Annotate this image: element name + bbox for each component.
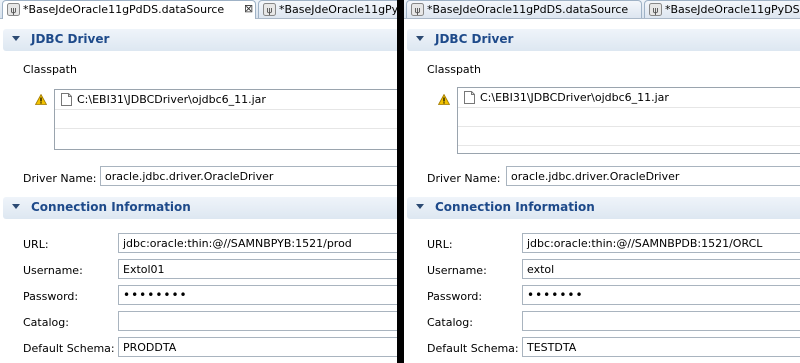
- password-label: Password:: [23, 290, 79, 303]
- datasource-icon: ψ: [649, 3, 662, 16]
- password-field[interactable]: •••••••: [522, 285, 800, 305]
- username-field[interactable]: Extol01: [118, 259, 397, 279]
- tab-label: *BaseJdeOracle11gPdDS.dataSource: [23, 3, 225, 16]
- driver-name-label: Driver Name:: [23, 172, 97, 185]
- username-field[interactable]: extol: [522, 259, 800, 279]
- section-title: JDBC Driver: [31, 32, 110, 46]
- driver-name-field[interactable]: oracle.jdbc.driver.OracleDriver: [506, 166, 800, 186]
- classpath-entry: C:\EBI31\JDBCDriver\ojdbc6_11.jar: [77, 93, 266, 106]
- catalog-field[interactable]: [118, 311, 397, 331]
- default-schema-field[interactable]: PRODDTA: [118, 337, 397, 357]
- driver-name-field[interactable]: oracle.jdbc.driver.OracleDriver: [100, 166, 397, 186]
- list-item[interactable]: [55, 128, 397, 147]
- jdbc-driver-section-header[interactable]: JDBC Driver: [3, 29, 397, 51]
- svg-text:ψ: ψ: [653, 6, 659, 16]
- close-icon[interactable]: ⊠: [244, 2, 253, 15]
- datasource-icon: ψ: [7, 3, 20, 16]
- chevron-down-icon[interactable]: [12, 36, 20, 41]
- classpath-label: Classpath: [23, 63, 77, 76]
- section-title: Connection Information: [435, 200, 595, 214]
- svg-text:ψ: ψ: [11, 6, 17, 16]
- url-field[interactable]: jdbc:oracle:thin:@//SAMNBPDB:1521/ORCL: [522, 233, 800, 253]
- url-label: URL:: [427, 238, 453, 251]
- list-item[interactable]: [458, 107, 800, 127]
- svg-text:ψ: ψ: [267, 6, 273, 16]
- classpath-entry: C:\EBI31\JDBCDriver\ojdbc6_11.jar: [480, 91, 669, 104]
- list-item[interactable]: [55, 109, 397, 129]
- connection-info-section-header[interactable]: Connection Information: [3, 197, 397, 219]
- classpath-list[interactable]: C:\EBI31\JDBCDriver\ojdbc6_11.jar: [457, 87, 800, 154]
- warning-icon: [35, 94, 47, 105]
- catalog-label: Catalog:: [427, 316, 473, 329]
- connection-info-section-header[interactable]: Connection Information: [407, 197, 800, 219]
- classpath-list[interactable]: C:\EBI31\JDBCDriver\ojdbc6_11.jar: [54, 89, 397, 150]
- jar-file-icon: [61, 93, 72, 106]
- editor-tab-bar: ψ *BaseJdeOracle11gPdDS.dataSource ψ *Ba…: [404, 0, 800, 19]
- list-item[interactable]: C:\EBI31\JDBCDriver\ojdbc6_11.jar: [55, 90, 397, 110]
- list-item[interactable]: C:\EBI31\JDBCDriver\ojdbc6_11.jar: [458, 88, 800, 108]
- list-item[interactable]: [458, 126, 800, 146]
- jdbc-driver-section-header[interactable]: JDBC Driver: [407, 29, 800, 51]
- jar-file-icon: [464, 91, 475, 104]
- warning-icon: [438, 94, 450, 105]
- chevron-down-icon[interactable]: [12, 204, 20, 209]
- editor-tab-bar: ψ *BaseJdeOracle11gPdDS.dataSource ⊠ ψ *…: [0, 0, 397, 19]
- username-label: Username:: [427, 264, 487, 277]
- tab-basejde-pd-datasource[interactable]: ψ *BaseJdeOracle11gPdDS.dataSource ⊠: [2, 0, 256, 19]
- classpath-label: Classpath: [427, 63, 481, 76]
- password-field[interactable]: ••••••••: [118, 285, 397, 305]
- datasource-icon: ψ: [263, 3, 276, 16]
- default-schema-label: Default Schema:: [23, 342, 115, 355]
- tab-basejde-py-datasource[interactable]: ψ *BaseJdeOracle11gPyDS: [258, 0, 397, 18]
- chevron-down-icon[interactable]: [416, 36, 424, 41]
- datasource-icon: ψ: [411, 3, 424, 16]
- url-field[interactable]: jdbc:oracle:thin:@//SAMNBPYB:1521/prod: [118, 233, 397, 253]
- default-schema-field[interactable]: TESTDTA: [522, 337, 800, 357]
- catalog-label: Catalog:: [23, 316, 69, 329]
- tab-basejde-py-datasource[interactable]: ψ *BaseJdeOracle11gPyDS: [644, 0, 800, 18]
- catalog-field[interactable]: [522, 311, 800, 331]
- password-label: Password:: [427, 290, 483, 303]
- section-title: JDBC Driver: [435, 32, 514, 46]
- url-label: URL:: [23, 238, 49, 251]
- tab-label: *BaseJdeOracle11gPyDS: [665, 3, 800, 16]
- editor-panel-left: ψ *BaseJdeOracle11gPdDS.dataSource ⊠ ψ *…: [0, 0, 397, 363]
- driver-name-label: Driver Name:: [427, 172, 501, 185]
- section-title: Connection Information: [31, 200, 191, 214]
- username-label: Username:: [23, 264, 83, 277]
- tab-basejde-pd-datasource[interactable]: ψ *BaseJdeOracle11gPdDS.dataSource: [406, 0, 642, 18]
- default-schema-label: Default Schema:: [427, 342, 519, 355]
- tab-label: *BaseJdeOracle11gPdDS.dataSource: [427, 3, 629, 16]
- tab-label: *BaseJdeOracle11gPyDS: [279, 3, 397, 16]
- chevron-down-icon[interactable]: [416, 204, 424, 209]
- editor-panel-right: ψ *BaseJdeOracle11gPdDS.dataSource ψ *Ba…: [404, 0, 800, 363]
- svg-text:ψ: ψ: [415, 6, 421, 16]
